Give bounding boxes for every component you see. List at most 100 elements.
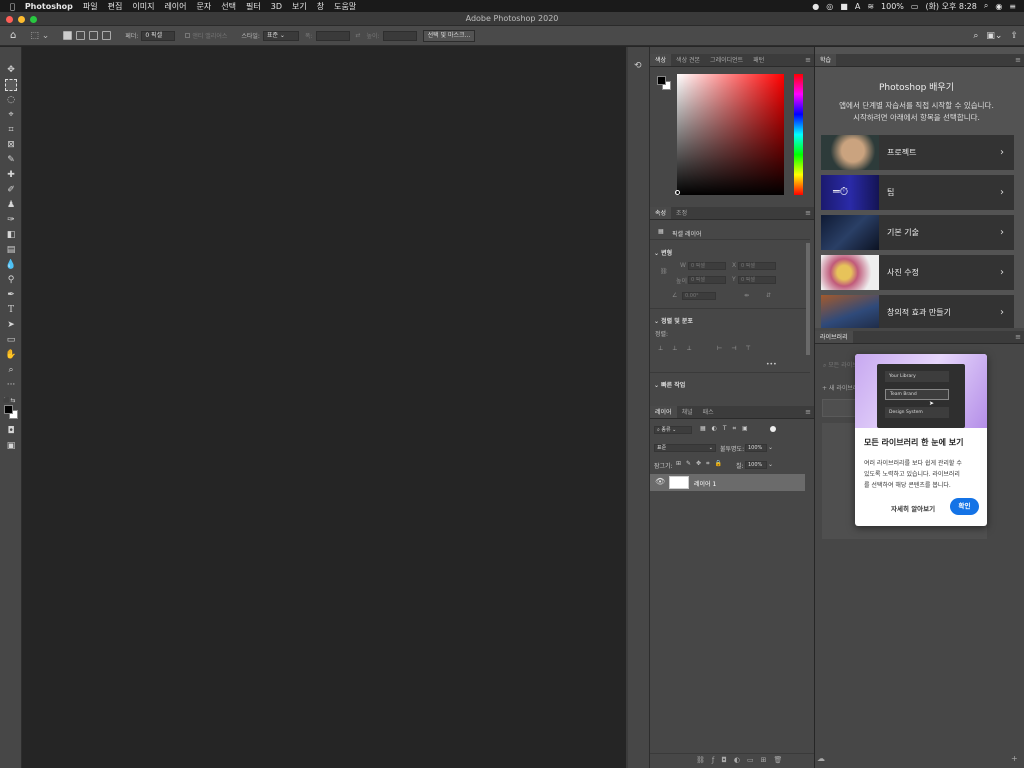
- workspace-icon[interactable]: ▣⌄: [986, 31, 1002, 41]
- document-canvas[interactable]: [22, 47, 626, 768]
- a-icon[interactable]: A: [855, 2, 860, 11]
- lasso-tool-icon[interactable]: ◌: [5, 94, 17, 106]
- tab-channels[interactable]: 채널: [677, 406, 698, 418]
- add-selection-icon[interactable]: [76, 31, 86, 40]
- menu-window[interactable]: 창: [312, 1, 329, 12]
- lock-icons[interactable]: ⊞✎✥⌗🔒: [676, 460, 727, 468]
- menu-app-name[interactable]: Photoshop: [20, 2, 78, 11]
- visibility-eye-icon[interactable]: 👁: [655, 477, 665, 486]
- tab-properties[interactable]: 속성: [650, 207, 672, 219]
- clone-stamp-tool-icon[interactable]: ♟: [5, 199, 17, 211]
- zoom-window-icon[interactable]: [30, 16, 37, 23]
- learn-card-tips[interactable]: ═⏱ 팁 ›: [821, 175, 1014, 210]
- antialias-checkbox[interactable]: 앤티 앨리어스: [185, 30, 227, 42]
- style-select[interactable]: 표준 ⌄: [262, 30, 299, 41]
- more-tools-icon[interactable]: ···: [5, 379, 17, 391]
- path-selection-tool-icon[interactable]: ➤: [5, 319, 17, 331]
- learn-more-button[interactable]: 자세히 알아보기: [891, 503, 935, 513]
- battery-text[interactable]: 100%: [881, 2, 904, 11]
- siri-icon[interactable]: ◉: [995, 2, 1002, 11]
- wifi-icon[interactable]: ≋: [867, 2, 874, 11]
- move-tool-icon[interactable]: ✥: [5, 64, 17, 76]
- fill-dropdown-icon[interactable]: ⌄: [768, 461, 773, 468]
- spotlight-icon[interactable]: ⌕: [984, 1, 988, 11]
- height-input[interactable]: [382, 30, 417, 41]
- color-panel-menu-icon[interactable]: ≡: [805, 54, 814, 66]
- learn-card-photo-edit[interactable]: 사진 수정 ›: [821, 255, 1014, 290]
- creative-cloud-icon[interactable]: ◎: [826, 2, 833, 11]
- subtract-selection-icon[interactable]: [89, 31, 99, 40]
- minimize-window-icon[interactable]: [18, 16, 25, 23]
- learn-card-creative-effects[interactable]: 창의적 효과 만들기 ›: [821, 295, 1014, 330]
- flip-vertical-icon[interactable]: ⇵: [766, 292, 771, 299]
- quick-mask-icon[interactable]: ◘: [5, 425, 17, 437]
- menu-select[interactable]: 선택: [216, 1, 241, 12]
- swap-icon[interactable]: ⇄: [356, 30, 361, 42]
- close-window-icon[interactable]: [6, 16, 13, 23]
- blend-mode-select[interactable]: 표준 ⌄: [654, 444, 716, 452]
- tab-adjustments[interactable]: 조정: [671, 207, 692, 219]
- pen-tool-icon[interactable]: ✒: [5, 289, 17, 301]
- distribute-buttons[interactable]: ⊢⊣⊤: [717, 345, 760, 352]
- layer-filter-icons[interactable]: ▦◐T⌗▣: [700, 425, 754, 433]
- color-fg-swatch[interactable]: [657, 76, 666, 85]
- frame-tool-icon[interactable]: ⊠: [5, 139, 17, 151]
- transform-section-header[interactable]: ⌄ 변형: [654, 248, 672, 257]
- intersect-selection-icon[interactable]: [102, 31, 112, 40]
- tab-paths[interactable]: 패스: [698, 406, 719, 418]
- foreground-color-swatch[interactable]: [4, 405, 13, 414]
- filter-toggle-icon[interactable]: [770, 426, 776, 432]
- eyedropper-tool-icon[interactable]: ✎: [5, 154, 17, 166]
- opacity-dropdown-icon[interactable]: ⌄: [768, 444, 773, 451]
- clock[interactable]: (화) 오후 8:28: [925, 1, 976, 12]
- chat-icon[interactable]: ●: [812, 2, 819, 11]
- menu-layer[interactable]: 레이어: [159, 1, 191, 12]
- type-tool-icon[interactable]: T: [5, 304, 17, 316]
- library-panel-menu-icon[interactable]: ≡: [1015, 331, 1024, 343]
- layer-filter-select[interactable]: ⌕ 종류 ⌄: [654, 426, 692, 434]
- properties-scrollbar[interactable]: [806, 243, 810, 355]
- search-icon[interactable]: ⌕: [973, 31, 978, 41]
- layers-panel-menu-icon[interactable]: ≡: [805, 406, 814, 418]
- color-picker-cursor[interactable]: [675, 190, 680, 195]
- brush-tool-icon[interactable]: ✐: [5, 184, 17, 196]
- cloud-icon[interactable]: ☁: [817, 754, 825, 763]
- tab-learn[interactable]: 학습: [815, 54, 837, 66]
- learn-panel-menu-icon[interactable]: ≡: [1015, 54, 1024, 66]
- align-section-header[interactable]: ⌄ 정렬 및 분포: [654, 316, 693, 325]
- width-input[interactable]: [315, 30, 350, 41]
- w-input[interactable]: 0 픽셀: [688, 262, 726, 270]
- properties-panel-menu-icon[interactable]: ≡: [805, 207, 814, 219]
- eraser-tool-icon[interactable]: ◧: [5, 229, 17, 241]
- tab-gradients[interactable]: 그레이디언트: [705, 54, 748, 66]
- opacity-input[interactable]: 100%: [745, 444, 767, 452]
- hand-tool-icon[interactable]: ✋: [5, 349, 17, 361]
- menu-type[interactable]: 문자: [192, 1, 217, 12]
- share-icon[interactable]: ⇪: [1010, 31, 1018, 41]
- menu-image[interactable]: 이미지: [127, 1, 159, 12]
- menu-edit[interactable]: 편집: [103, 1, 128, 12]
- marquee-preset-icon[interactable]: ⬚ ⌄: [30, 30, 49, 42]
- x-input[interactable]: 0 픽셀: [738, 262, 776, 270]
- dodge-tool-icon[interactable]: ⚲: [5, 274, 17, 286]
- history-panel-icon[interactable]: ⟲: [634, 61, 642, 71]
- blur-tool-icon[interactable]: 💧: [5, 259, 17, 271]
- tab-libraries[interactable]: 라이브러리: [815, 331, 853, 343]
- swap-colors-icon[interactable]: ⬛⇆: [3, 397, 16, 404]
- apple-icon[interactable]: : [0, 2, 20, 11]
- battery-icon[interactable]: ▭: [911, 2, 919, 11]
- rectangular-marquee-tool-icon[interactable]: [5, 79, 17, 91]
- rectangle-tool-icon[interactable]: ▭: [5, 334, 17, 346]
- layer-name[interactable]: 레이어 1: [694, 479, 716, 488]
- learn-card-projects[interactable]: 프로젝트 ›: [821, 135, 1014, 170]
- layers-footer-icons[interactable]: ⛓ƒ◘◐▭⊞🗑: [696, 756, 789, 764]
- add-icon[interactable]: +: [1011, 754, 1018, 763]
- h-input[interactable]: 0 픽셀: [688, 276, 726, 284]
- flip-horizontal-icon[interactable]: ⇹: [744, 292, 749, 299]
- video-icon[interactable]: ■: [840, 2, 848, 11]
- home-icon[interactable]: ⌂: [10, 30, 16, 42]
- crop-tool-icon[interactable]: ⌗: [5, 124, 17, 136]
- control-center-icon[interactable]: ≡: [1009, 2, 1016, 11]
- menu-filter[interactable]: 필터: [241, 1, 266, 12]
- tab-layers[interactable]: 레이어: [650, 406, 677, 418]
